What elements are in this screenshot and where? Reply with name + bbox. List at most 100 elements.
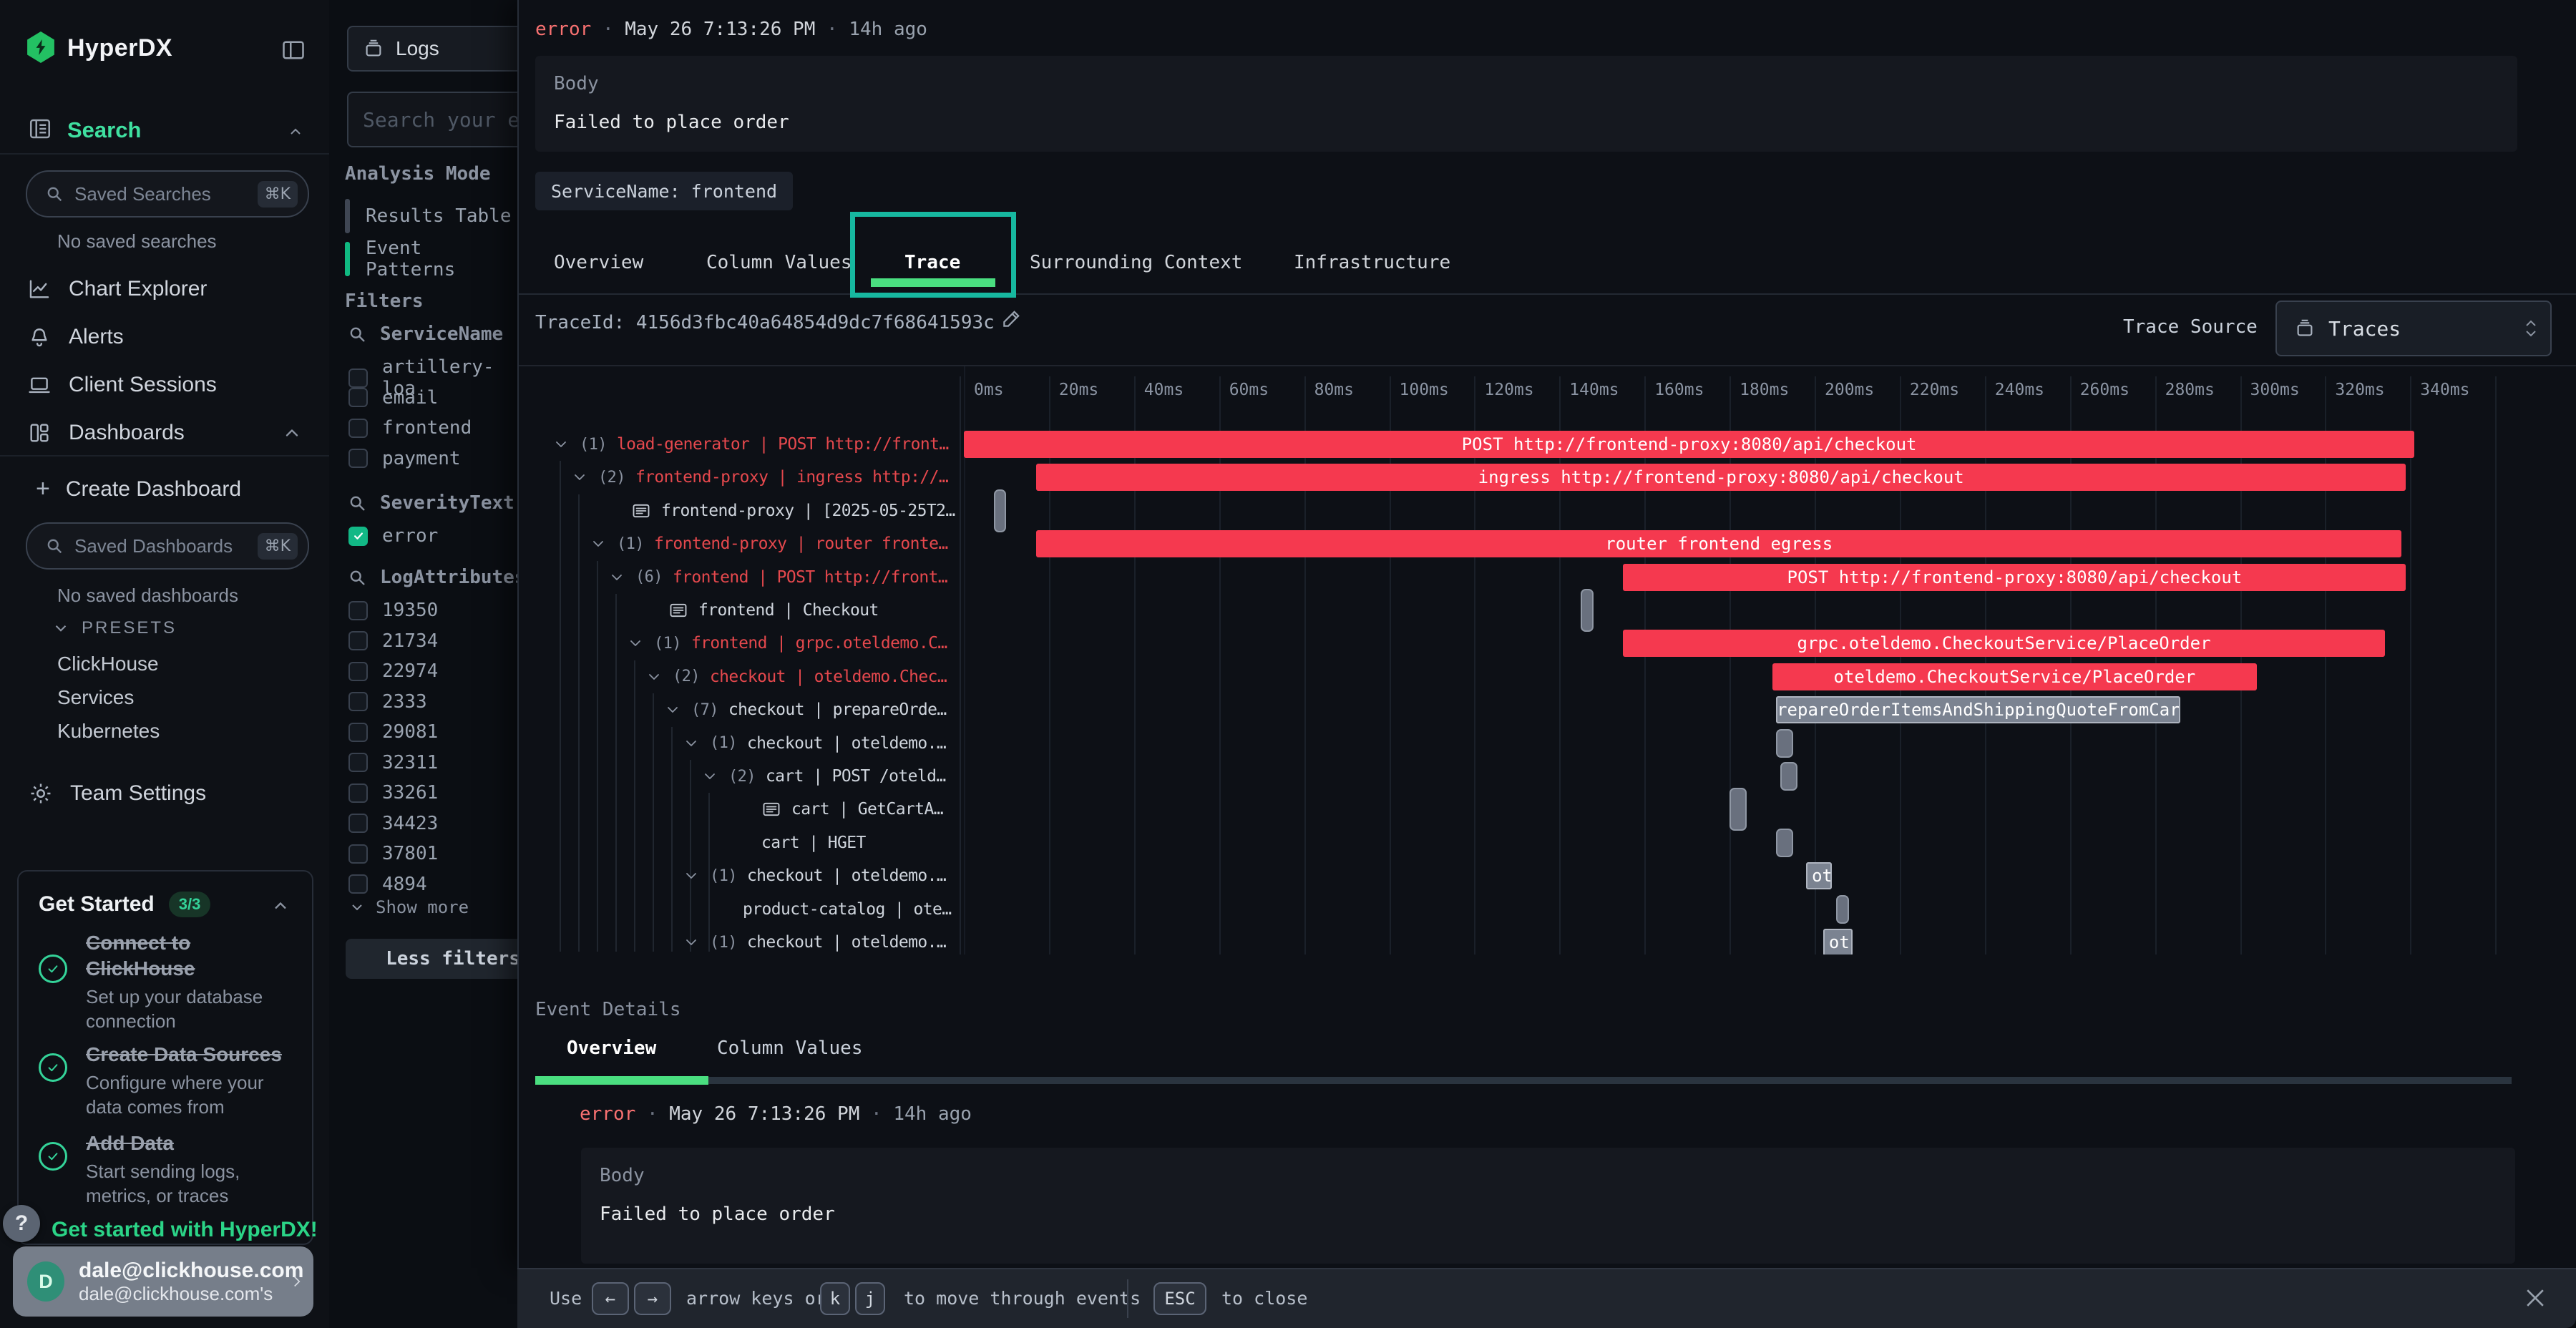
filter-option-21734[interactable]: 21734 [348, 630, 438, 652]
filter-option-19350[interactable]: 19350 [348, 600, 438, 621]
filter-option-34423[interactable]: 34423 [348, 813, 438, 834]
span-bar-error[interactable]: ingress http://frontend-proxy:8080/api/c… [1036, 464, 2406, 491]
span-row-load-generator-post-ht[interactable]: (1)load-generator | POST http://front… [535, 428, 949, 461]
span-marker[interactable] [1780, 762, 1797, 791]
preset-clickhouse[interactable]: ClickHouse [57, 653, 159, 675]
analysis-mode-event-patterns[interactable]: Event Patterns [345, 238, 517, 280]
span-row-frontend-post-http-f[interactable]: (6)frontend | POST http://front… [535, 561, 947, 594]
get-started-chevron-up-icon[interactable] [270, 896, 291, 916]
checkbox[interactable] [348, 723, 368, 742]
filter-option-error[interactable]: error [348, 525, 438, 547]
sidebar-item-dashboards[interactable]: Dashboards [0, 410, 329, 456]
saved-dashboards-input[interactable]: Saved Dashboards ⌘K [26, 522, 309, 570]
chevron-down-icon[interactable] [590, 535, 607, 552]
tab-surrounding-context[interactable]: Surrounding Context [1030, 252, 1242, 273]
event-search-input[interactable]: Search your ev [347, 92, 517, 147]
span-marker[interactable] [1776, 729, 1793, 758]
checkbox[interactable] [348, 601, 368, 620]
filter-option-33261[interactable]: 33261 [348, 782, 438, 804]
chevron-down-icon[interactable] [683, 934, 700, 951]
tab-infrastructure[interactable]: Infrastructure [1294, 252, 1450, 273]
checkbox[interactable] [348, 814, 368, 833]
sidebar-item-search[interactable]: Search [67, 117, 141, 143]
span-row-frontend-proxy-2025-0[interactable]: frontend-proxy | [2025-05-25T2… [535, 494, 955, 527]
sidebar-item-client-sessions[interactable]: Client Sessions [0, 362, 329, 408]
checkbox[interactable] [348, 368, 368, 388]
sidebar-item-chart-explorer[interactable]: Chart Explorer [0, 266, 329, 312]
presets-toggle[interactable]: PRESETS [52, 618, 177, 638]
span-row-frontend-grpc-oteldemo[interactable]: (1)frontend | grpc.oteldemo.C… [535, 627, 947, 660]
filter-option-email[interactable]: email [348, 387, 438, 409]
collapse-sidebar-icon[interactable] [280, 37, 306, 63]
create-dashboard-button[interactable]: + Create Dashboard [36, 475, 241, 503]
event-details-tab-overview[interactable]: Overview [567, 1038, 656, 1059]
span-row-checkout-oteldemo[interactable]: (1)checkout | oteldemo.… [535, 727, 946, 760]
search-section-chevron-up-icon[interactable] [285, 123, 306, 140]
help-button[interactable]: ? [3, 1205, 40, 1242]
span-row-cart-post-oteld[interactable]: (2)cart | POST /oteld… [535, 760, 946, 793]
span-bar-error[interactable]: grpc.oteldemo.CheckoutService/PlaceOrder [1623, 630, 2384, 657]
chevron-down-icon[interactable] [645, 668, 663, 685]
log-event-marker[interactable] [1581, 589, 1594, 632]
span-row-cart-hget[interactable]: cart | HGET [535, 826, 866, 859]
filter-option-payment[interactable]: payment [348, 448, 461, 469]
filter-option-32311[interactable]: 32311 [348, 752, 438, 773]
span-row-checkout-oteldemo[interactable]: (1)checkout | oteldemo.… [535, 859, 946, 892]
user-menu[interactable]: D dale@clickhouse.com dale@clickhouse.co… [13, 1246, 313, 1317]
checkbox[interactable] [348, 527, 368, 546]
less-filters-button[interactable]: Less filters [346, 939, 517, 979]
chevron-down-icon[interactable] [552, 436, 570, 453]
span-bar[interactable]: ot [1823, 929, 1853, 954]
event-details-tab-column-values[interactable]: Column Values [717, 1038, 863, 1059]
span-bar-error[interactable]: oteldemo.CheckoutService/PlaceOrder [1772, 663, 2258, 690]
edit-pencil-icon[interactable] [1000, 306, 1024, 331]
show-more-toggle[interactable]: Show more [348, 897, 469, 917]
filter-option-22974[interactable]: 22974 [348, 660, 438, 682]
span-row-frontend-checkout[interactable]: frontend | Checkout [535, 594, 879, 627]
span-bar[interactable]: prepareOrderItemsAndShippingQuoteFromCar… [1776, 696, 2180, 723]
trace-source-select[interactable]: Traces [2275, 301, 2552, 356]
checkbox[interactable] [348, 874, 368, 894]
span-row-checkout-oteldemo[interactable]: (1)checkout | oteldemo.… [535, 926, 946, 954]
chevron-down-icon[interactable] [571, 469, 588, 486]
checkbox[interactable] [348, 419, 368, 438]
checkbox[interactable] [348, 662, 368, 681]
tab-overview[interactable]: Overview [554, 252, 643, 273]
filter-option-29081[interactable]: 29081 [348, 721, 438, 743]
search-icon[interactable] [347, 493, 367, 513]
span-bar-error[interactable]: POST http://frontend-proxy:8080/api/chec… [1623, 564, 2406, 591]
preset-services[interactable]: Services [57, 686, 134, 709]
chevron-down-icon[interactable] [608, 569, 625, 586]
close-icon[interactable] [2521, 1284, 2550, 1312]
span-row-product-catalog-ote[interactable]: product-catalog | ote… [535, 893, 951, 926]
tab-column-values[interactable]: Column Values [706, 252, 852, 273]
span-row-checkout-prepareorde[interactable]: (7)checkout | prepareOrde… [535, 693, 947, 726]
saved-searches-input[interactable]: Saved Searches ⌘K [26, 170, 309, 218]
span-row-frontend-proxy-ingress[interactable]: (2)frontend-proxy | ingress http://… [535, 461, 948, 494]
span-marker[interactable] [1776, 829, 1793, 857]
span-row-frontend-proxy-router[interactable]: (1)frontend-proxy | router fronte… [535, 527, 948, 560]
checkbox[interactable] [348, 631, 368, 650]
search-icon[interactable] [347, 324, 367, 344]
sidebar-item-alerts[interactable]: Alerts [0, 314, 329, 360]
span-bar-error[interactable]: POST http://frontend-proxy:8080/api/chec… [964, 431, 2414, 458]
chevron-down-icon[interactable] [627, 635, 644, 652]
log-event-marker[interactable] [1729, 788, 1747, 831]
filter-option-2333[interactable]: 2333 [348, 691, 427, 713]
source-select[interactable]: Logs [347, 26, 517, 72]
span-row-checkout-oteldemo-chec[interactable]: (2)checkout | oteldemo.Chec… [535, 660, 947, 693]
search-icon[interactable] [347, 567, 367, 587]
chevron-down-icon[interactable] [664, 701, 681, 718]
span-bar-error[interactable]: router frontend egress [1036, 530, 2401, 557]
sidebar-item-team-settings[interactable]: Team Settings [29, 781, 206, 806]
filter-option-4894[interactable]: 4894 [348, 874, 427, 895]
service-name-chip[interactable]: ServiceName: frontend [535, 172, 793, 210]
checkbox[interactable] [348, 844, 368, 864]
checkbox[interactable] [348, 388, 368, 407]
log-event-marker[interactable] [994, 489, 1007, 532]
span-row-cart-getcarta[interactable]: cart | GetCartA… [535, 793, 943, 826]
filter-option-frontend[interactable]: frontend [348, 417, 472, 439]
analysis-mode-results-table[interactable]: Results Table [345, 199, 512, 233]
chevron-down-icon[interactable] [701, 768, 718, 785]
checkbox[interactable] [348, 449, 368, 468]
